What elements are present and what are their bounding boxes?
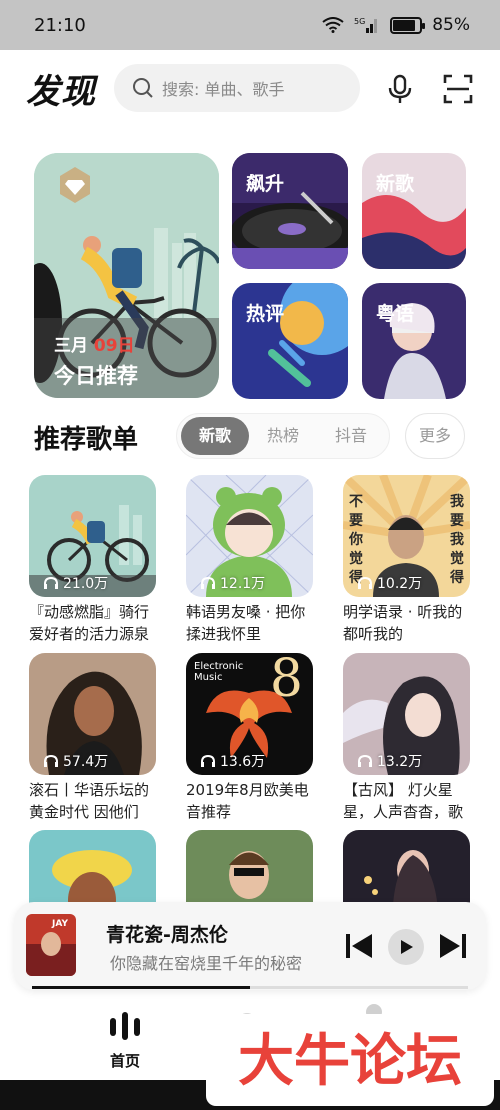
- tile-new-songs[interactable]: 新歌: [362, 153, 466, 269]
- tile-label: 粤语: [376, 303, 415, 325]
- playlist-title: 滚石丨华语乐坛的黄金时代 因他们: [29, 781, 150, 821]
- headphones-icon: [44, 576, 58, 589]
- nav-home-label: 首页: [109, 1052, 140, 1070]
- home-bars-icon: [110, 1012, 140, 1040]
- playlist-cover: 不要你觉得 我要我觉得 10.2万: [343, 475, 470, 597]
- play-count: 13.2万: [357, 751, 422, 771]
- tile-hot-comments[interactable]: 热评: [232, 283, 348, 399]
- svg-text:大牛论坛: 大牛论坛: [238, 1029, 462, 1094]
- song-title: 青花瓷-周杰伦: [106, 924, 228, 946]
- playlist-title: 2019年8月欧美电音推荐: [186, 781, 309, 821]
- signal-icon: 5G: [354, 17, 378, 33]
- section-title: 推荐歌单: [34, 425, 139, 455]
- playlist-title: 【古风】 灯火星星，人声杳杳，歌: [343, 781, 464, 821]
- svg-text:JAY: JAY: [51, 919, 68, 929]
- watermark-logo: 大牛论坛: [206, 1014, 494, 1106]
- tile-cantonese[interactable]: 粤语: [362, 283, 466, 399]
- cover-number: 8: [269, 653, 303, 709]
- playlist-card[interactable]: 57.4万 滚石丨华语乐坛的黄金时代 因他们: [29, 653, 156, 823]
- nav-home[interactable]: 首页: [108, 1010, 142, 1071]
- play-count: 12.1万: [200, 573, 265, 593]
- play-count: 57.4万: [43, 751, 108, 771]
- tile-label: 飙升: [246, 173, 285, 195]
- tile-rising[interactable]: 飙升: [232, 153, 348, 269]
- playlist-cover: Electronic Music 8 13.6万: [186, 653, 313, 775]
- tab-new[interactable]: 新歌: [181, 417, 249, 455]
- wifi-icon: [322, 17, 344, 33]
- microphone-icon[interactable]: [386, 74, 414, 104]
- playlist-title: 明学语录 · 听我的都听我的: [343, 603, 463, 643]
- playlist-cover: 21.0万: [29, 475, 156, 597]
- next-track-icon[interactable]: [438, 932, 468, 960]
- tab-douyin[interactable]: 抖音: [317, 417, 385, 455]
- song-lyric: 你隐藏在窑烧里千年的秘密: [110, 954, 303, 973]
- progress-fill: [32, 986, 250, 989]
- previous-track-icon[interactable]: [344, 932, 374, 960]
- playlist-title: 『动感燃脂』骑行爱好者的活力源泉: [29, 603, 150, 643]
- status-bar: 21:10 5G 85%: [0, 0, 500, 50]
- playlist-card[interactable]: Electronic Music 8 13.6万 2019年8月欧美电音推荐: [186, 653, 313, 823]
- playlist-title: 韩语男友嗓 · 把你揉进我怀里: [186, 603, 306, 643]
- battery-percent: 85%: [432, 15, 470, 35]
- search-input[interactable]: 搜索: 单曲、歌手: [114, 64, 360, 112]
- status-icons: 5G 85%: [322, 15, 470, 35]
- playlist-card[interactable]: 不要你觉得 我要我觉得 10.2万 明学语录 · 听我的都听我的: [343, 475, 470, 645]
- cover-text-right: 我要我觉得: [450, 494, 464, 586]
- play-count: 21.0万: [43, 573, 108, 593]
- playlist-card[interactable]: 13.2万 【古风】 灯火星星，人声杳杳，歌: [343, 653, 470, 823]
- album-art-image: JAY: [26, 914, 76, 976]
- daily-recommend-card[interactable]: 三月 09日 今日推荐: [34, 153, 219, 398]
- tile-label: 新歌: [376, 173, 415, 195]
- tile-label: 热评: [246, 303, 285, 325]
- scan-icon[interactable]: [443, 74, 473, 104]
- play-button[interactable]: [388, 929, 424, 965]
- search-placeholder: 搜索: 单曲、歌手: [162, 80, 285, 99]
- playlist-cover: 12.1万: [186, 475, 313, 597]
- album-art: JAY: [26, 914, 76, 976]
- playlist-card[interactable]: 21.0万 『动感燃脂』骑行爱好者的活力源泉: [29, 475, 156, 645]
- playlist-tabs: 新歌 热榜 抖音: [176, 413, 390, 459]
- headphones-icon: [201, 754, 215, 767]
- status-time: 21:10: [34, 14, 86, 36]
- cover-text: Electronic Music: [194, 661, 244, 683]
- playback-progress[interactable]: [32, 986, 468, 989]
- playlist-cover: 57.4万: [29, 653, 156, 775]
- headphones-icon: [201, 576, 215, 589]
- play-count: 13.6万: [200, 751, 265, 771]
- playlist-card[interactable]: 12.1万 韩语男友嗓 · 把你揉进我怀里: [186, 475, 313, 645]
- playlist-cover: 13.2万: [343, 653, 470, 775]
- hero-date: 三月 09日: [54, 336, 135, 356]
- svg-text:5G: 5G: [354, 17, 365, 26]
- headphones-icon: [358, 576, 372, 589]
- battery-fill: [393, 19, 416, 31]
- play-count: 10.2万: [357, 573, 422, 593]
- more-button[interactable]: 更多: [405, 413, 465, 459]
- headphones-icon: [44, 754, 58, 767]
- search-icon: [133, 78, 153, 98]
- headphones-icon: [358, 754, 372, 767]
- battery-icon: [390, 16, 426, 34]
- diamond-badge-icon: [60, 167, 90, 203]
- mini-player[interactable]: JAY 青花瓷-周杰伦 你隐藏在窑烧里千年的秘密: [14, 902, 486, 990]
- header: 发现 搜索: 单曲、歌手: [0, 60, 500, 116]
- hero-title: 今日推荐: [54, 364, 138, 388]
- tab-hot[interactable]: 热榜: [249, 417, 317, 455]
- page-title: 发现: [26, 71, 96, 112]
- watermark-logo-image: 大牛论坛: [238, 1029, 462, 1094]
- play-icon: [401, 940, 413, 954]
